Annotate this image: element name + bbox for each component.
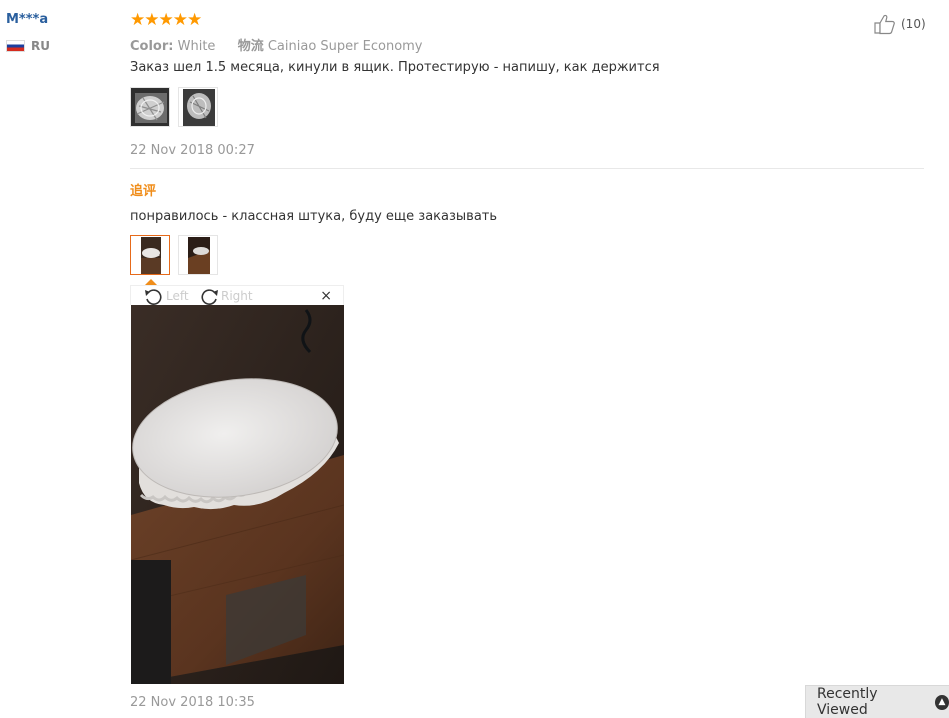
attr-color-key: Color: <box>130 39 174 54</box>
recently-viewed-label: Recently Viewed <box>817 686 878 718</box>
russia-flag-icon <box>6 40 25 52</box>
rotate-right-icon <box>201 289 218 305</box>
photo-image <box>131 88 169 126</box>
helpful-count: (10) <box>901 17 926 31</box>
rotate-left-icon <box>145 289 162 305</box>
rotate-left-button[interactable]: Left <box>143 287 189 305</box>
recently-viewed-button[interactable]: Recently Viewed ▲ <box>805 685 949 718</box>
helpful-button[interactable]: (10) <box>873 13 926 35</box>
review-text: Заказ шел 1.5 месяца, кинули в ящик. Про… <box>130 60 660 75</box>
divider <box>130 168 924 169</box>
review-photo-thumb-2[interactable] <box>178 87 218 127</box>
reviewer-name: M***a <box>6 12 49 27</box>
country-code: RU <box>31 39 50 53</box>
photo-image <box>131 305 344 684</box>
attr-color-value: White <box>177 39 216 54</box>
photo-image <box>131 236 169 274</box>
followup-photo-thumb-2[interactable] <box>178 235 218 275</box>
attr-shipping-key: 物流 <box>237 39 264 54</box>
rotate-right-label: Right <box>221 289 253 303</box>
review-attributes: Color: White 物流 Cainiao Super Economy <box>130 35 423 54</box>
photo-image <box>179 236 217 274</box>
close-viewer-button[interactable]: × <box>320 288 332 304</box>
photo-image <box>179 88 217 126</box>
rotate-right-button[interactable]: Right <box>198 287 253 305</box>
chevron-up-icon: ▲ <box>934 694 949 710</box>
reviewer-country: RU <box>6 39 50 53</box>
followup-date: 22 Nov 2018 10:35 <box>130 695 255 710</box>
thumbs-up-icon <box>874 14 895 35</box>
enlarged-review-photo <box>131 305 344 684</box>
followup-label: 追评 <box>130 184 157 199</box>
rotate-left-label: Left <box>166 289 189 303</box>
followup-text: понравилось - классная штука, буду еще з… <box>130 209 498 224</box>
review-date: 22 Nov 2018 00:27 <box>130 143 255 158</box>
followup-photo-thumb-1[interactable] <box>130 235 170 275</box>
rating-stars: ★★★★★ <box>130 10 202 30</box>
attr-shipping-value: Cainiao Super Economy <box>267 39 423 54</box>
image-viewer-toolbar: Left Right × <box>130 285 344 305</box>
review-photo-thumb-1[interactable] <box>130 87 170 127</box>
